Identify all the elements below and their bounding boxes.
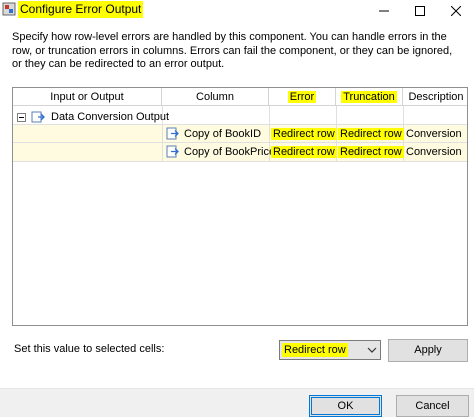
ok-button[interactable]: OK bbox=[309, 395, 382, 417]
apply-button[interactable]: Apply bbox=[388, 339, 468, 362]
column-header-error[interactable]: Error bbox=[269, 88, 336, 106]
app-icon bbox=[2, 2, 16, 16]
close-button[interactable] bbox=[438, 0, 474, 22]
minimize-button[interactable] bbox=[366, 0, 402, 22]
column-arrow-icon bbox=[166, 145, 179, 158]
error-cell[interactable]: Redirect row bbox=[271, 143, 337, 161]
minimize-icon bbox=[379, 10, 389, 12]
set-value-dropdown[interactable]: Redirect row bbox=[279, 340, 381, 360]
set-value-selected: Redirect row bbox=[282, 343, 348, 357]
set-value-label: Set this value to selected cells: bbox=[14, 343, 165, 355]
title-bar: Configure Error Output bbox=[0, 0, 474, 22]
column-arrow-icon bbox=[166, 127, 179, 140]
column-header-input-output[interactable]: Input or Output bbox=[13, 88, 162, 106]
error-cell[interactable]: Redirect row bbox=[271, 125, 337, 143]
chevron-down-icon bbox=[367, 347, 377, 353]
description-cell[interactable]: Conversion bbox=[406, 143, 462, 161]
description-cell[interactable]: Conversion bbox=[406, 125, 462, 143]
maximize-button[interactable] bbox=[402, 0, 438, 22]
close-icon bbox=[451, 6, 461, 16]
column-header-truncation[interactable]: Truncation bbox=[336, 88, 403, 106]
truncation-cell[interactable]: Redirect row bbox=[338, 143, 404, 161]
row-divider bbox=[13, 161, 467, 162]
maximize-icon bbox=[415, 6, 425, 16]
cancel-button[interactable]: Cancel bbox=[396, 395, 469, 417]
truncation-cell[interactable]: Redirect row bbox=[338, 125, 404, 143]
window-title: Configure Error Output bbox=[18, 1, 144, 18]
description-text: Specify how row-level errors are handled… bbox=[12, 31, 453, 70]
collapse-minus-icon[interactable] bbox=[17, 113, 26, 122]
column-name-cell[interactable]: Copy of BookPrice bbox=[184, 143, 275, 161]
output-row-name[interactable]: Data Conversion Output bbox=[51, 108, 169, 126]
output-icon bbox=[31, 111, 45, 123]
column-header-description[interactable]: Description bbox=[403, 88, 467, 106]
error-output-grid[interactable]: Input or Output Column Error Truncation … bbox=[12, 87, 468, 326]
column-name-cell[interactable]: Copy of BookID bbox=[184, 125, 261, 143]
column-header-column[interactable]: Column bbox=[162, 88, 269, 106]
